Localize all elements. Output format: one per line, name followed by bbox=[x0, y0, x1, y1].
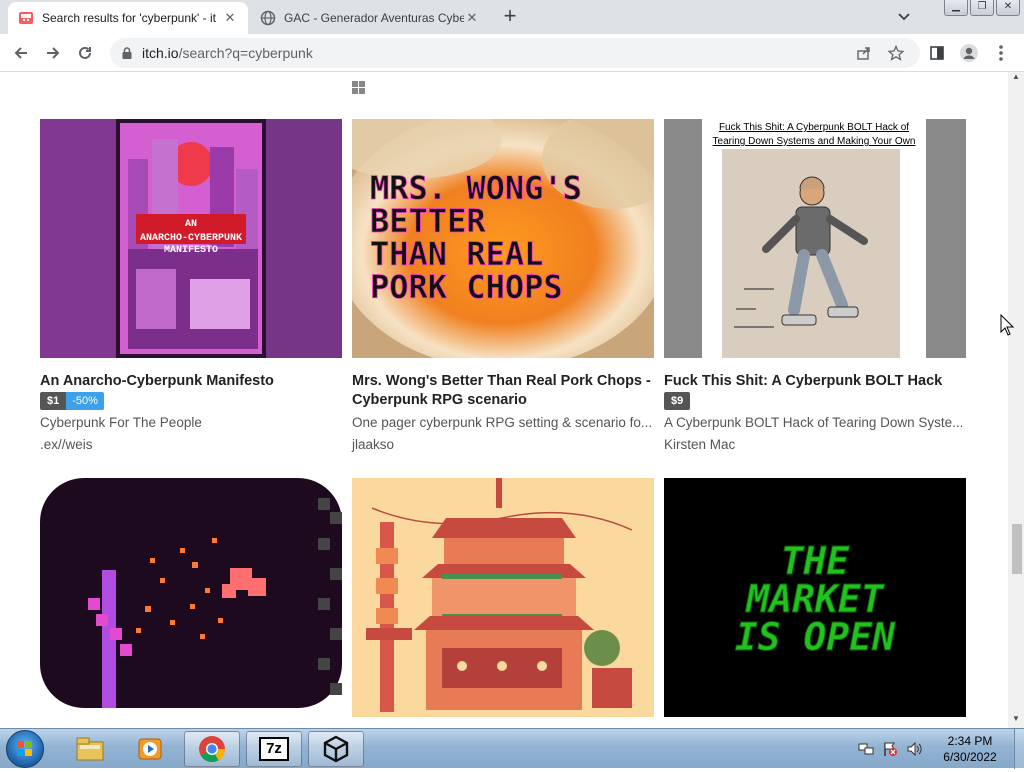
volume-icon[interactable] bbox=[906, 741, 922, 757]
scroll-down-icon[interactable]: ▼ bbox=[1008, 714, 1024, 728]
game-thumbnail[interactable]: THE MARKET IS OPEN bbox=[664, 478, 966, 717]
page-content: AN ANARCHO-CYBERPUNK MANIFESTO An Anarch… bbox=[0, 72, 1008, 728]
game-author[interactable]: .ex//weis bbox=[40, 437, 342, 452]
game-thumbnail[interactable]: AN ANARCHO-CYBERPUNK MANIFESTO bbox=[40, 119, 342, 358]
start-button[interactable] bbox=[6, 730, 44, 768]
clock[interactable]: 2:34 PM 6/30/2022 bbox=[930, 733, 1010, 765]
minimize-icon[interactable]: ▁ bbox=[944, 0, 968, 16]
restore-icon[interactable]: ❐ bbox=[970, 0, 994, 16]
forward-icon[interactable] bbox=[40, 40, 66, 66]
close-window-icon[interactable]: ✕ bbox=[996, 0, 1020, 16]
back-icon[interactable] bbox=[8, 40, 34, 66]
game-author[interactable]: Kirsten Mac bbox=[664, 437, 966, 452]
game-thumbnail[interactable]: MRS. WONG'S BETTER THAN REAL PORK CHOPS bbox=[352, 119, 654, 358]
7zip-icon[interactable]: 7z bbox=[246, 731, 302, 767]
system-tray: 2:34 PM 6/30/2022 bbox=[858, 729, 1024, 769]
discount-badge: -50% bbox=[66, 392, 104, 410]
explorer-icon[interactable] bbox=[62, 731, 118, 767]
game-thumbnail[interactable] bbox=[352, 478, 654, 717]
price: $1 bbox=[40, 392, 67, 410]
network-icon[interactable] bbox=[858, 741, 874, 757]
browser-toolbar: itch.io/search?q=cyberpunk bbox=[0, 34, 1024, 72]
price: $9 bbox=[664, 392, 691, 410]
menu-kebab-icon[interactable] bbox=[988, 40, 1014, 66]
cover-text: PORK CHOPS bbox=[370, 268, 563, 306]
game-author[interactable]: jlaakso bbox=[352, 437, 654, 452]
game-thumbnail[interactable]: Fuck This Shit: A Cyberpunk BOLT Hack of… bbox=[664, 119, 966, 358]
game-title[interactable]: Fuck This Shit: A Cyberpunk BOLT Hack bbox=[664, 372, 966, 391]
action-center-flag-icon[interactable] bbox=[882, 741, 898, 757]
tab-gac[interactable]: GAC - Generador Aventuras Cybe ✕ bbox=[250, 2, 490, 34]
cover-text: Fuck This Shit: A Cyberpunk BOLT Hack of bbox=[719, 122, 909, 133]
price-badge: $9 bbox=[664, 392, 691, 410]
windows-platform-icon bbox=[352, 81, 365, 94]
game-thumbnail[interactable] bbox=[40, 478, 342, 708]
game-description: Cyberpunk For The People bbox=[40, 415, 202, 430]
windows-taskbar: 7z 2:34 PM 6/30/2022 bbox=[0, 728, 1024, 769]
7zip-label: 7z bbox=[259, 737, 289, 761]
game-description: A Cyberpunk BOLT Hack of Tearing Down Sy… bbox=[664, 415, 964, 430]
cover-text: ANARCHO-CYBERPUNK bbox=[140, 233, 242, 244]
side-panel-icon[interactable] bbox=[924, 40, 950, 66]
tab-close-icon[interactable]: ✕ bbox=[464, 10, 480, 26]
scroll-up-icon[interactable]: ▲ bbox=[1008, 72, 1024, 86]
url-path: /search?q=cyberpunk bbox=[178, 45, 313, 61]
tab-title: GAC - Generador Aventuras Cybe bbox=[284, 11, 464, 25]
window-controls: ▁ ❐ ✕ bbox=[944, 0, 1020, 16]
cover-text: AN bbox=[185, 219, 197, 230]
unity-icon[interactable] bbox=[308, 731, 364, 767]
media-player-icon[interactable] bbox=[122, 731, 178, 767]
cover-text: MANIFESTO bbox=[164, 245, 218, 256]
profile-avatar-icon[interactable] bbox=[956, 40, 982, 66]
mouse-cursor-icon bbox=[1000, 313, 1015, 336]
clock-date: 6/30/2022 bbox=[943, 750, 997, 764]
share-icon[interactable] bbox=[856, 45, 872, 61]
game-title[interactable]: An Anarcho-Cyberpunk Manifesto bbox=[40, 372, 342, 391]
game-description: One pager cyberpunk RPG setting & scenar… bbox=[352, 415, 653, 430]
chrome-icon[interactable] bbox=[184, 731, 240, 767]
page-scrollbar[interactable]: ▲ ▼ bbox=[1008, 72, 1024, 728]
reload-icon[interactable] bbox=[72, 40, 98, 66]
url-host: itch.io bbox=[142, 45, 179, 61]
tab-strip: Search results for 'cyberpunk' - it ✕ GA… bbox=[0, 0, 1024, 34]
cover-text: Tearing Down Systems and Making Your Own bbox=[713, 136, 916, 147]
new-tab-icon[interactable]: + bbox=[498, 5, 522, 29]
globe-icon bbox=[260, 10, 276, 26]
game-title[interactable]: Mrs. Wong's Better Than Real Pork Chops … bbox=[352, 372, 654, 410]
tab-title: Search results for 'cyberpunk' - it bbox=[42, 11, 216, 25]
chevron-down-icon[interactable] bbox=[893, 8, 915, 26]
tab-close-icon[interactable]: ✕ bbox=[222, 10, 238, 26]
price-badge: $1 -50% bbox=[40, 392, 104, 410]
tab-itch-search[interactable]: Search results for 'cyberpunk' - it ✕ bbox=[8, 2, 248, 34]
lock-icon bbox=[120, 46, 134, 60]
scrollbar-thumb[interactable] bbox=[1012, 524, 1022, 574]
address-bar[interactable]: itch.io/search?q=cyberpunk bbox=[110, 38, 920, 68]
show-desktop-button[interactable] bbox=[1014, 729, 1024, 769]
clock-time: 2:34 PM bbox=[947, 734, 993, 748]
bookmark-star-icon[interactable] bbox=[887, 44, 905, 61]
cover-text: IS OPEN bbox=[735, 615, 896, 659]
itch-favicon-icon bbox=[18, 10, 34, 26]
